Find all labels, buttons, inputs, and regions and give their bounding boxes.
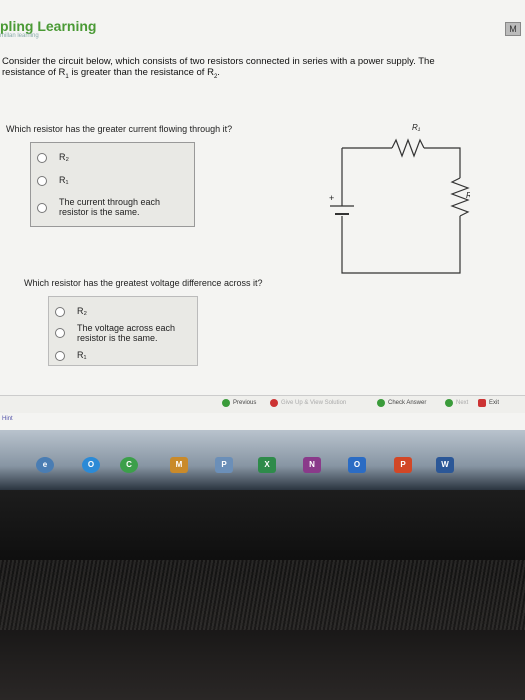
radio-icon[interactable]: [37, 153, 47, 163]
q2-option-same[interactable]: The voltage across each resistor is the …: [55, 323, 195, 343]
hint-link[interactable]: Hint: [2, 416, 13, 422]
question-intro: Consider the circuit below, which consis…: [2, 56, 507, 83]
excel-icon[interactable]: X: [258, 457, 276, 473]
start-icon[interactable]: e: [36, 457, 54, 473]
q1-option-r2[interactable]: R₂: [37, 152, 69, 163]
word-icon[interactable]: W: [436, 457, 454, 473]
resistor-r1: [391, 138, 425, 158]
give-up-icon: [270, 399, 278, 407]
q2-option-r2[interactable]: R₂: [55, 306, 87, 317]
chrome-icon[interactable]: C: [120, 457, 138, 473]
wire-top-right: [424, 147, 461, 178]
circuit-diagram: R₁ R₂ +: [329, 123, 470, 274]
os-taskbar: e O C M P X N O P W: [0, 430, 525, 490]
battery-plus-label: +: [329, 193, 334, 203]
r1-label: R₁: [412, 123, 421, 132]
intro-line-2: resistance of R1 is greater than the res…: [2, 67, 220, 80]
question-2-options: R₂ The voltage across each resistor is t…: [48, 296, 198, 366]
cortana-icon[interactable]: O: [82, 457, 100, 473]
corner-button[interactable]: M: [505, 22, 521, 36]
brand-subtitle: millan learning: [0, 33, 39, 39]
wire-bottom: [341, 216, 461, 274]
check-answer-button[interactable]: Check Answer: [377, 399, 426, 407]
q1-option-same[interactable]: The current through each resistor is the…: [37, 197, 187, 217]
question-1-options: R₂ R₁ The current through each resistor …: [30, 142, 195, 227]
exit-button[interactable]: Exit: [478, 399, 499, 407]
brand-logo: pling Learning: [0, 18, 97, 34]
intro-line-1: Consider the circuit below, which consis…: [2, 56, 435, 67]
photos-icon[interactable]: P: [215, 457, 233, 473]
browser-screen: pling Learning millan learning M Conside…: [0, 0, 525, 430]
radio-icon[interactable]: [55, 351, 65, 361]
radio-icon[interactable]: [55, 328, 65, 338]
outlook-icon[interactable]: O: [348, 457, 366, 473]
q1-option-r1[interactable]: R₁: [37, 175, 69, 186]
radio-icon[interactable]: [37, 176, 47, 186]
q2-option-r1[interactable]: R₁: [55, 350, 87, 361]
powerpoint-icon[interactable]: P: [394, 457, 412, 473]
speaker-grille: [0, 560, 525, 630]
give-up-button[interactable]: Give Up & View Solution: [270, 399, 346, 407]
radio-icon[interactable]: [37, 203, 47, 213]
question-1-prompt: Which resistor has the greater current f…: [6, 124, 233, 134]
question-2-prompt: Which resistor has the greatest voltage …: [24, 278, 263, 288]
exit-icon: [478, 399, 486, 407]
check-icon: [377, 399, 385, 407]
next-icon: [445, 399, 453, 407]
previous-icon: [222, 399, 230, 407]
assignment-nav-bar: Previous Give Up & View Solution Check A…: [0, 395, 525, 413]
radio-icon[interactable]: [55, 307, 65, 317]
previous-button[interactable]: Previous: [222, 399, 256, 407]
onenote-icon[interactable]: N: [303, 457, 321, 473]
next-button[interactable]: Next: [445, 399, 468, 407]
files-icon[interactable]: M: [170, 457, 188, 473]
r2-label: R₂: [466, 191, 470, 200]
